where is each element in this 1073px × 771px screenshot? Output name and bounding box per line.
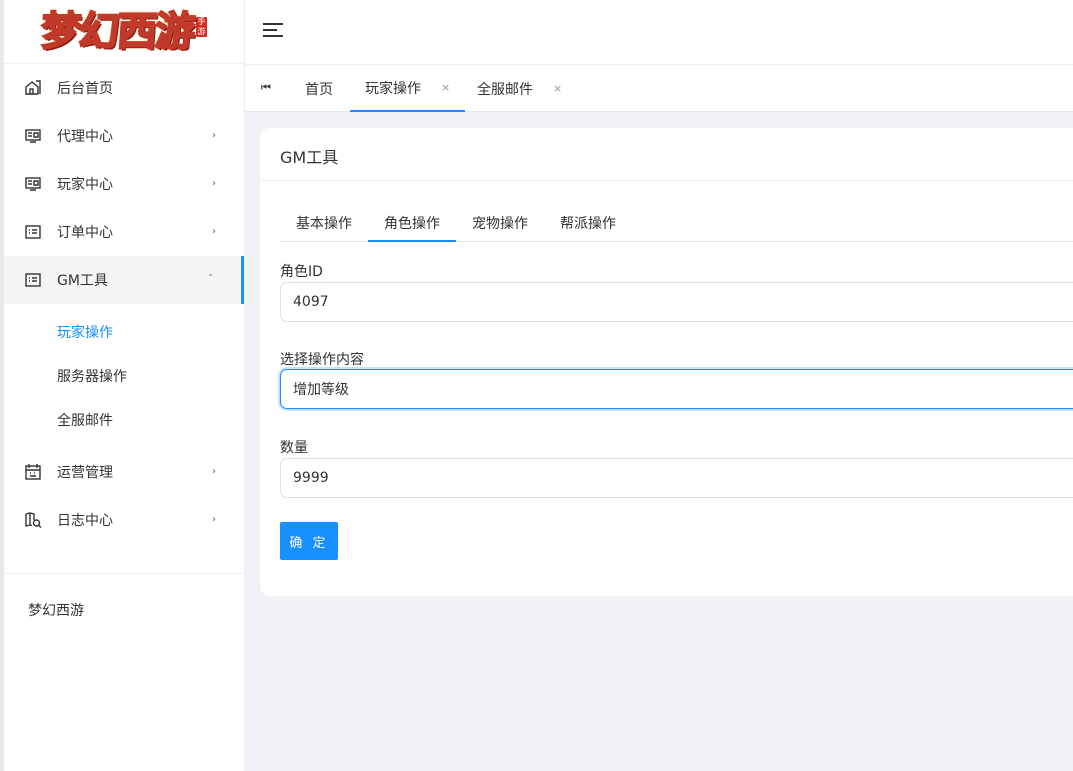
sidebar-menu-lower: 运营管理 › 日志中心 ›	[4, 448, 244, 544]
operation-select[interactable]: 增加等级	[280, 369, 1073, 409]
operation-value: 增加等级	[293, 382, 349, 398]
close-icon[interactable]: ×	[553, 82, 562, 95]
logo[interactable]: 梦幻西游 手游	[38, 4, 207, 60]
app-root: 梦幻西游 手游 后台首页 代理中心 › 玩家中心 › 订单中心 › GM工具 ˇ…	[0, 0, 1073, 771]
map-search-icon	[24, 511, 42, 529]
role-id-label: 角色ID	[280, 264, 323, 280]
sidebar-item-player-center[interactable]: 玩家中心 ›	[4, 160, 244, 208]
tab-label: 首页	[305, 81, 333, 98]
calendar-icon	[24, 463, 42, 481]
skip-first-icon[interactable]: ⏮	[261, 81, 271, 95]
logo-area: 梦幻西游 手游	[4, 0, 244, 64]
chevron-right-icon: ›	[212, 129, 216, 141]
chevron-right-icon: ›	[212, 177, 216, 189]
confirm-button[interactable]: 确 定	[280, 522, 338, 560]
sidebar-item-label: GM工具	[57, 273, 108, 289]
close-icon[interactable]: ×	[441, 81, 450, 94]
sidebar-item-log-center[interactable]: 日志中心 ›	[4, 496, 244, 544]
sidebar-subitem-player-ops[interactable]: 玩家操作	[4, 310, 244, 354]
sidebar-item-label: 订单中心	[57, 225, 113, 241]
role-id-input[interactable]: 4097	[280, 282, 1073, 322]
sidebar-menu: 后台首页 代理中心 › 玩家中心 › 订单中心 › GM工具 ˇ	[4, 64, 244, 304]
sidebar: 梦幻西游 手游 后台首页 代理中心 › 玩家中心 › 订单中心 › GM工具 ˇ…	[0, 0, 245, 771]
sidebar-item-label: 运营管理	[57, 465, 113, 481]
sidebar-item-label: 玩家中心	[57, 177, 113, 193]
sidebar-footer: 梦幻西游	[4, 573, 244, 620]
tab-label: 玩家操作	[365, 80, 421, 97]
quantity-value: 9999	[293, 470, 329, 486]
monitor-icon	[24, 127, 42, 145]
tab-server-mail[interactable]: 全服邮件 ×	[477, 65, 562, 112]
tab-guild-ops[interactable]: 帮派操作	[560, 208, 616, 242]
sidebar-subitem-server-mail[interactable]: 全服邮件	[4, 398, 244, 442]
tab-role-ops[interactable]: 角色操作	[368, 208, 456, 242]
page-tabs: ⏮ 首页 玩家操作 × 全服邮件 ×	[245, 65, 1073, 112]
monitor-icon	[24, 175, 42, 193]
quantity-input[interactable]: 9999	[280, 458, 1073, 498]
gm-tools-card: GM工具 基本操作 角色操作 宠物操作 帮派操作 角色ID 4097 选择操作内…	[260, 128, 1073, 596]
tab-pet-ops[interactable]: 宠物操作	[472, 208, 528, 242]
tab-basic-ops[interactable]: 基本操作	[296, 208, 352, 242]
operation-label: 选择操作内容	[280, 352, 364, 368]
chevron-right-icon: ›	[212, 225, 216, 237]
quantity-label: 数量	[280, 440, 308, 456]
sidebar-subitem-server-ops[interactable]: 服务器操作	[4, 354, 244, 398]
card-title: GM工具	[260, 128, 1073, 181]
operation-tabs: 基本操作 角色操作 宠物操作 帮派操作	[280, 208, 1073, 242]
chevron-right-icon: ›	[212, 513, 216, 525]
top-header	[245, 0, 1073, 65]
tab-player-ops[interactable]: 玩家操作 ×	[350, 65, 466, 112]
sidebar-item-agent-center[interactable]: 代理中心 ›	[4, 112, 244, 160]
sidebar-item-order-center[interactable]: 订单中心 ›	[4, 208, 244, 256]
sidebar-item-label: 代理中心	[57, 129, 113, 145]
home-icon	[24, 79, 42, 97]
sidebar-item-label: 后台首页	[57, 81, 113, 97]
menu-toggle-icon[interactable]	[263, 21, 285, 39]
sidebar-item-label: 日志中心	[57, 513, 113, 529]
list-icon	[24, 271, 42, 289]
sidebar-item-operations[interactable]: 运营管理 ›	[4, 448, 244, 496]
chevron-down-icon: ˇ	[208, 273, 213, 285]
logo-text: 梦幻西游	[38, 8, 195, 56]
sidebar-item-home[interactable]: 后台首页	[4, 64, 244, 112]
tab-home[interactable]: 首页	[305, 65, 333, 112]
chevron-right-icon: ›	[212, 465, 216, 477]
logo-seal: 手游	[196, 16, 207, 37]
sidebar-item-gm-tools[interactable]: GM工具 ˇ	[4, 256, 244, 304]
gm-submenu: 玩家操作 服务器操作 全服邮件	[4, 304, 244, 448]
role-id-value: 4097	[293, 294, 329, 310]
list-icon	[24, 223, 42, 241]
tab-label: 全服邮件	[477, 81, 533, 98]
